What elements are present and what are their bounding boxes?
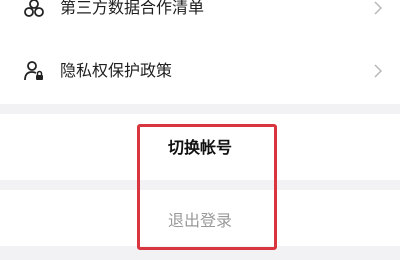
- switch-account-section: 切换帐号: [0, 114, 400, 180]
- user-lock-icon: [22, 59, 46, 83]
- third-party-data-list-item[interactable]: 第三方数据合作清单: [0, 0, 400, 34]
- third-party-data-list-label: 第三方数据合作清单: [60, 0, 205, 17]
- logout-section: 退出登录: [0, 190, 400, 246]
- settings-menu: 第三方数据合作清单 隐私权保护政策: [0, 0, 400, 104]
- logout-button[interactable]: 退出登录: [0, 207, 400, 231]
- privacy-policy-label: 隐私权保护政策: [60, 61, 173, 80]
- privacy-policy-item[interactable]: 隐私权保护政策: [0, 45, 400, 97]
- settings-page: 第三方数据合作清单 隐私权保护政策 切换帐号 退出登录: [0, 0, 400, 260]
- switch-account-button[interactable]: 切换帐号: [0, 134, 400, 158]
- chevron-right-icon: [370, 0, 386, 16]
- chevron-right-icon: [370, 63, 386, 79]
- people-icon: [22, 0, 46, 20]
